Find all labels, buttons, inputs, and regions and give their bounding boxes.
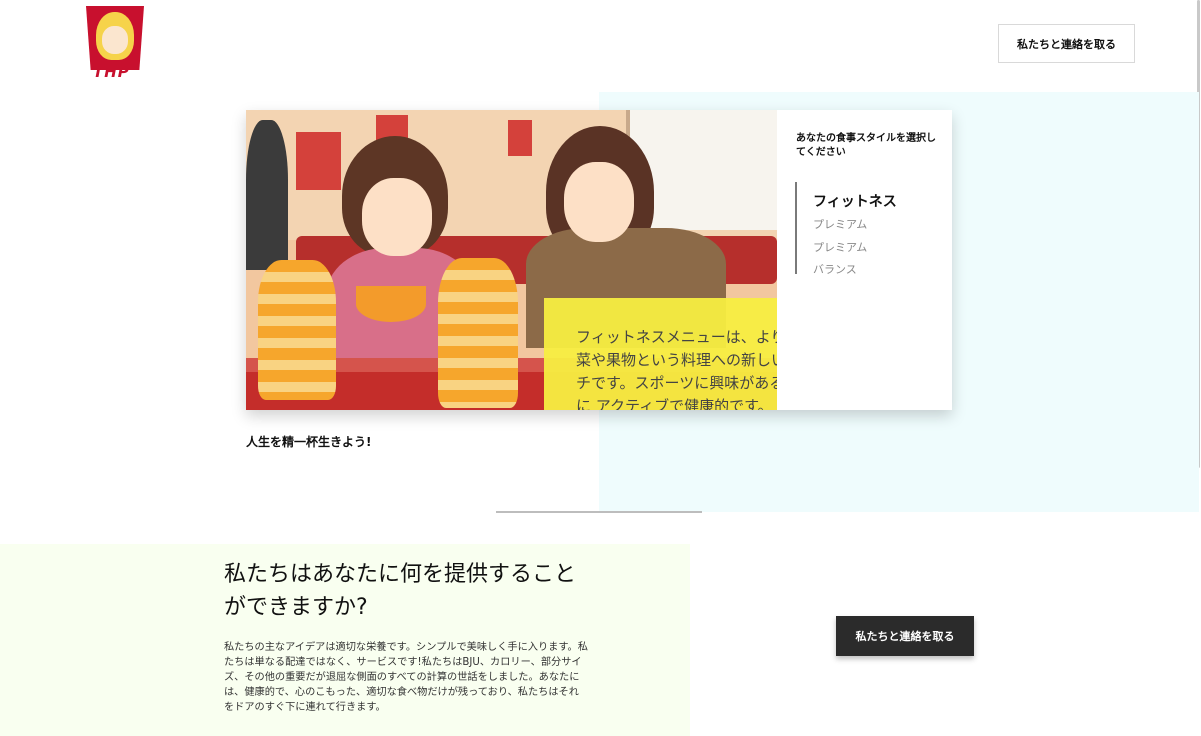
bowl-stack xyxy=(438,258,518,408)
offer-heading: 私たちはあなたに何を提供することができますか? xyxy=(224,562,577,620)
logo-text: THP xyxy=(93,63,130,81)
noodle-bowl xyxy=(356,286,426,322)
menu-poster xyxy=(508,120,532,156)
logo-character-face xyxy=(102,26,128,54)
menu-item-premium-2[interactable]: プレミアム xyxy=(813,239,867,255)
bowl-stack xyxy=(258,260,336,400)
offer-contact-button[interactable]: 私たちと連絡を取る xyxy=(836,616,974,656)
offer-description: 私たちの主なアイデアは適切な栄養です。シンプルで美味しく手に入ります。私たちは単… xyxy=(224,642,588,713)
menu-item-premium[interactable]: プレミアム xyxy=(813,216,867,232)
menu-poster xyxy=(296,132,341,190)
thp-logo[interactable]: THP xyxy=(86,6,144,82)
header-contact-button[interactable]: 私たちと連絡を取る xyxy=(998,24,1135,63)
diet-style-panel: あなたの食事スタイルを選択してください フィットネス プレミアム プレミアム バ… xyxy=(777,110,952,410)
menu-item-fitness[interactable]: フィットネス xyxy=(813,191,897,211)
menu-description-text: フィットネスメニューは、より 菜や果物という料理への新しい チです。スポーツに興… xyxy=(576,328,777,410)
hero-card: フィットネスメニューは、より 菜や果物という料理への新しい チです。スポーツに興… xyxy=(246,110,952,410)
hero-illustration: フィットネスメニューは、より 菜や果物という料理への新しい チです。スポーツに興… xyxy=(246,110,777,410)
diet-style-title: あなたの食事スタイルを選択してください xyxy=(796,133,936,158)
girl-face xyxy=(362,178,432,256)
menu-selection-rail xyxy=(795,182,797,274)
section-divider xyxy=(496,511,702,513)
hero-tagline: 人生を精一杯生きよう! xyxy=(246,435,372,449)
waiter-figure xyxy=(246,120,288,270)
menu-item-balance[interactable]: バランス xyxy=(813,261,857,277)
menu-description-box: フィットネスメニューは、より 菜や果物という料理への新しい チです。スポーツに興… xyxy=(544,298,777,410)
girl-face xyxy=(564,162,634,242)
